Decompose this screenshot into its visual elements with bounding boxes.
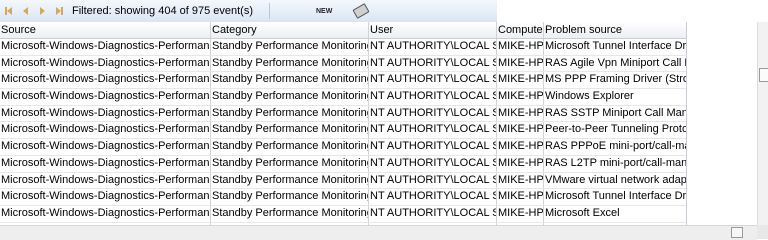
table-row[interactable]: Microsoft-Windows-Diagnostics-Performanc… [0, 122, 686, 140]
scroll-thumb[interactable] [759, 68, 768, 82]
vertical-scrollbar[interactable] [757, 22, 768, 225]
cell-category: Standby Performance Monitoring [211, 55, 369, 72]
cell-source: Microsoft-Windows-Diagnostics-Performanc… [0, 105, 211, 122]
eraser-icon[interactable] [352, 3, 370, 19]
cell-problem-source: RAS SSTP Miniport Call Manager [545, 106, 686, 119]
right-pane [686, 22, 758, 225]
cell-source: Microsoft-Windows-Diagnostics-Performanc… [0, 155, 211, 172]
cell-category: Standby Performance Monitoring [211, 189, 369, 205]
cell-source: Microsoft-Windows-Diagnostics-Performanc… [0, 139, 211, 155]
table-row[interactable]: Microsoft-Windows-Diagnostics-Performanc… [0, 205, 686, 223]
event-viewer: Filtered: showing 404 of 975 event(s) NE… [0, 0, 768, 240]
cell-source: Microsoft-Windows-Diagnostics-Performanc… [0, 89, 211, 105]
cell-computer: MIKE-HP [497, 55, 544, 72]
toolbar: Filtered: showing 404 of 975 event(s) NE… [0, 0, 497, 23]
cell-computer: MIKE-HP [497, 39, 544, 55]
cell-problem-source: Windows Explorer [545, 90, 634, 103]
cell-computer: MIKE-HP [497, 155, 544, 172]
cell-category: Standby Performance Monitoring [211, 155, 369, 172]
cell-user: NT AUTHORITY\LOCAL SERVICE [369, 205, 497, 222]
table-row[interactable]: Microsoft-Windows-Diagnostics-Performanc… [0, 89, 686, 106]
column-header-computer[interactable]: Computer [497, 22, 544, 38]
scroll-thumb-horizontal[interactable] [731, 227, 743, 238]
column-header-source[interactable]: Source [0, 22, 211, 38]
cell-computer: MIKE-HP [497, 139, 544, 155]
cell-user: NT AUTHORITY\LOCAL SERVICE [369, 155, 497, 172]
cell-problem-source: RAS L2TP mini-port/call-manager [545, 156, 686, 169]
table-row[interactable]: Microsoft-Windows-Diagnostics-Performanc… [0, 172, 686, 190]
cell-problem-source: Peer-to-Peer Tunneling Protocol [545, 123, 686, 136]
cell-category: Standby Performance Monitoring [211, 122, 369, 139]
cell-source: Microsoft-Windows-Diagnostics-Performanc… [0, 205, 211, 222]
cell-user: NT AUTHORITY\LOCAL SERVICE [369, 189, 497, 205]
cell-user: NT AUTHORITY\LOCAL SERVICE [369, 172, 497, 189]
cell-category: Standby Performance Monitoring [211, 89, 369, 105]
filter-status: Filtered: showing 404 of 975 event(s) [72, 5, 253, 17]
cell-problem-source: Microsoft Excel [545, 206, 620, 219]
cell-computer: MIKE-HP [497, 205, 544, 222]
cell-user: NT AUTHORITY\LOCAL SERVICE [369, 105, 497, 122]
cell-category: Standby Performance Monitoring [211, 72, 369, 89]
table-row[interactable]: Microsoft-Windows-Diagnostics-Performanc… [0, 72, 686, 90]
cell-computer: MIKE-HP [497, 89, 544, 105]
cell-problem-source: RAS PPPoE mini-port/call-manager [545, 140, 686, 153]
cell-category: Standby Performance Monitoring [211, 105, 369, 122]
cell-category: Standby Performance Monitoring [211, 172, 369, 189]
cell-computer: MIKE-HP [497, 105, 544, 122]
cell-problem-source: RAS Agile Vpn Miniport Call Manager [545, 56, 686, 69]
cell-problem-source: Microsoft Tunnel Interface Driver [545, 190, 686, 203]
cell-user: NT AUTHORITY\LOCAL SERVICE [369, 139, 497, 155]
cell-problem-source: VMware virtual network adapter [545, 173, 686, 186]
column-header-category[interactable]: Category [211, 22, 369, 38]
cell-problem-source: Microsoft Tunnel Interface Driver [545, 40, 686, 52]
table-row[interactable]: Microsoft-Windows-Diagnostics-Performanc… [0, 139, 686, 156]
last-icon[interactable] [51, 2, 68, 20]
horizontal-scrollbar[interactable] [0, 225, 757, 240]
new-button[interactable]: NEW [316, 8, 332, 15]
events-table: Source Category User Computer Problem so… [0, 22, 686, 225]
scrollbar-corner [757, 225, 768, 239]
table-row[interactable]: Microsoft-Windows-Diagnostics-Performanc… [0, 55, 686, 73]
cell-user: NT AUTHORITY\LOCAL SERVICE [369, 89, 497, 105]
cell-source: Microsoft-Windows-Diagnostics-Performanc… [0, 172, 211, 189]
cell-source: Microsoft-Windows-Diagnostics-Performanc… [0, 122, 211, 139]
cell-user: NT AUTHORITY\LOCAL SERVICE [369, 55, 497, 72]
cell-computer: MIKE-HP [497, 122, 544, 139]
cell-computer: MIKE-HP [497, 72, 544, 89]
table-row[interactable]: Microsoft-Windows-Diagnostics-Performanc… [0, 105, 686, 123]
table-body: Microsoft-Windows-Diagnostics-Performanc… [0, 39, 686, 225]
column-header-user[interactable]: User [369, 22, 497, 38]
cell-user: NT AUTHORITY\LOCAL SERVICE [369, 122, 497, 139]
first-icon[interactable] [0, 2, 17, 20]
cell-category: Standby Performance Monitoring [211, 205, 369, 222]
cell-category: Standby Performance Monitoring [211, 139, 369, 155]
cell-source: Microsoft-Windows-Diagnostics-Performanc… [0, 189, 211, 205]
cell-source: Microsoft-Windows-Diagnostics-Performanc… [0, 55, 211, 72]
cell-source: Microsoft-Windows-Diagnostics-Performanc… [0, 39, 211, 55]
next-icon[interactable] [34, 2, 51, 20]
table-header: Source Category User Computer Problem so… [0, 22, 686, 39]
toolbar-separator [269, 3, 270, 19]
cell-computer: MIKE-HP [497, 189, 544, 205]
cell-computer: MIKE-HP [497, 172, 544, 189]
cell-problem-source: MS PPP Framing Driver (Strong Encryption… [545, 73, 686, 86]
cell-category: Standby Performance Monitoring [211, 39, 369, 55]
cell-user: NT AUTHORITY\LOCAL SERVICE [369, 39, 497, 55]
table-row[interactable]: Microsoft-Windows-Diagnostics-Performanc… [0, 155, 686, 173]
toolbar-blank [497, 0, 768, 22]
cell-user: NT AUTHORITY\LOCAL SERVICE [369, 72, 497, 89]
table-row[interactable]: Microsoft-Windows-Diagnostics-Performanc… [0, 39, 686, 56]
cell-source: Microsoft-Windows-Diagnostics-Performanc… [0, 72, 211, 89]
column-header-problem-source[interactable]: Problem source [544, 22, 686, 38]
prev-icon[interactable] [17, 2, 34, 20]
table-row[interactable]: Microsoft-Windows-Diagnostics-Performanc… [0, 189, 686, 206]
